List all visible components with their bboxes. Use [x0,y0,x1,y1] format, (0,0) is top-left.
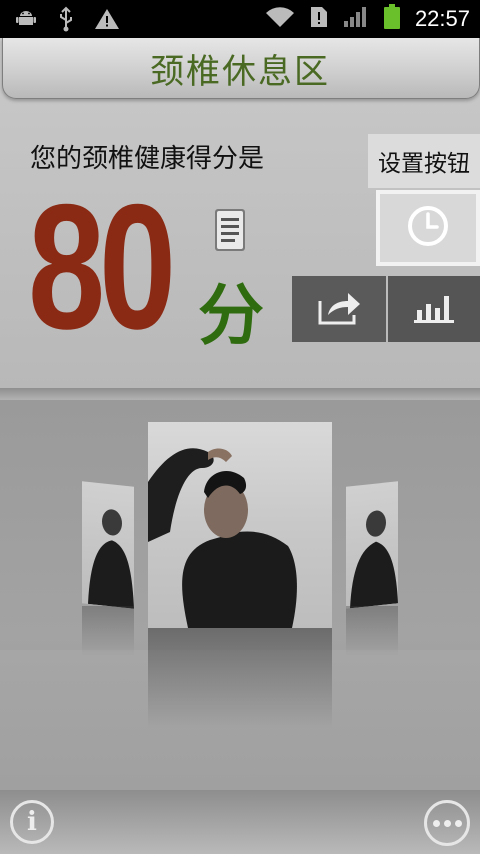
android-debug-icon [14,7,38,35]
clock-icon [406,204,450,252]
more-dot-icon [432,819,440,827]
clock-time: 22:57 [414,6,470,31]
share-icon [316,287,362,331]
more-dot-icon [443,819,451,827]
more-dot-icon [454,819,462,827]
stats-button[interactable] [388,276,480,342]
status-bar: 22:57 [0,0,480,38]
settings-label: 设置按钮 [368,134,480,188]
exercise-photo-next[interactable] [346,481,398,609]
score-value: 80 [28,167,176,366]
more-button[interactable] [424,800,470,846]
info-icon: i [27,807,37,837]
wifi-icon [265,5,295,33]
page-title: 颈椎休息区 [150,52,330,92]
bottom-bar [0,790,480,854]
score-unit: 分 [198,277,264,354]
document-icon[interactable] [214,208,246,252]
usb-icon [56,6,76,36]
warning-icon [94,7,120,35]
battery-icon [383,4,401,34]
bar-chart-icon [412,290,456,328]
info-button[interactable]: i [10,800,54,844]
exercise-photo-current[interactable] [148,422,332,628]
exercise-photo-previous[interactable] [82,481,134,609]
photo-reflection-left [82,606,134,656]
photo-reflection-center [148,628,332,728]
photo-reflection-right [346,606,398,656]
signal-icon [343,5,369,33]
settings-clock-button[interactable] [376,190,480,266]
sim-alert-icon [309,5,329,33]
share-button[interactable] [292,276,386,342]
